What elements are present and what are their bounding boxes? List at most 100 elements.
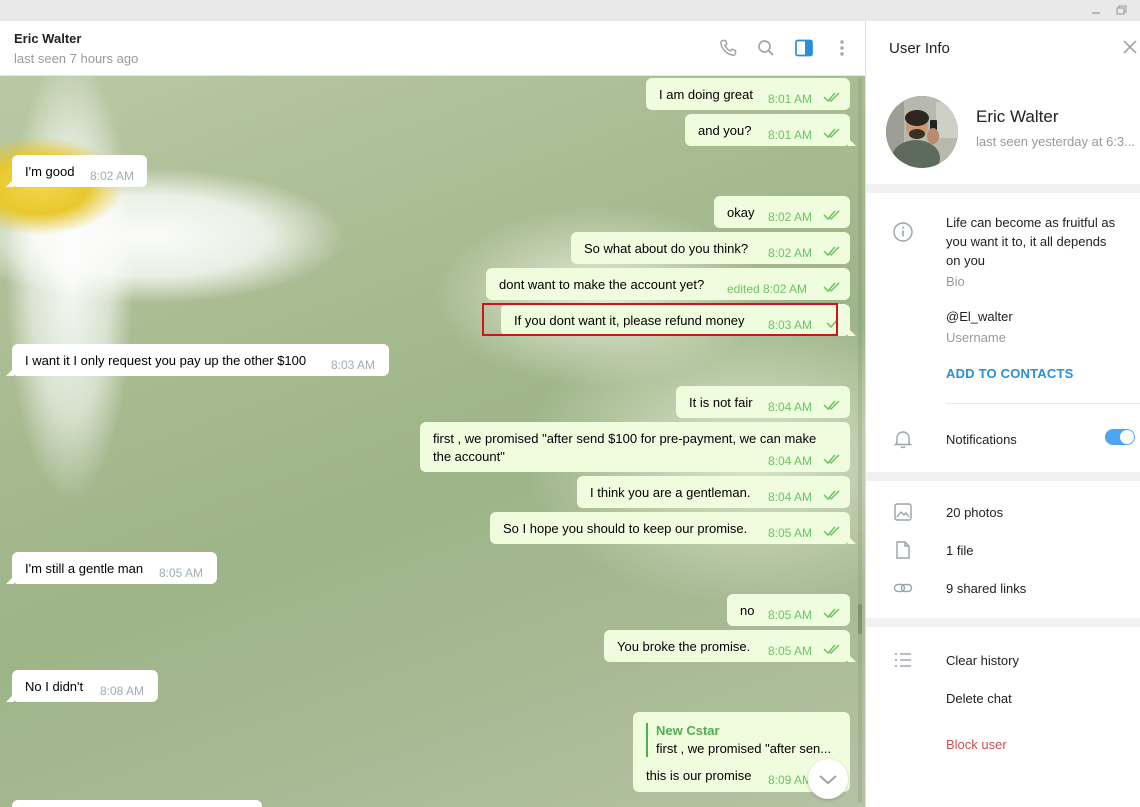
more-vertical-icon[interactable] xyxy=(832,38,852,58)
message-time: 8:05 AM xyxy=(768,644,813,658)
scroll-down-button[interactable] xyxy=(808,759,848,799)
message-time: 8:01 AM xyxy=(768,92,813,106)
message-time: 8:02 AM xyxy=(768,210,813,224)
scrollbar-thumb[interactable] xyxy=(858,604,862,634)
photos-link[interactable]: 20 photos xyxy=(946,505,1003,520)
message-outgoing[interactable]: So what about do you think? 8:02 AM xyxy=(571,232,850,264)
message-time: 8:04 AM xyxy=(768,400,813,414)
message-time: 8:04 AM xyxy=(768,490,813,504)
read-receipt-icon xyxy=(823,246,840,257)
message-text: You broke the promise. xyxy=(617,639,751,654)
user-name: Eric Walter xyxy=(976,107,1059,126)
message-outgoing[interactable]: I am doing great 8:01 AM xyxy=(646,78,850,110)
message-incoming[interactable]: I'm good 8:02 AM xyxy=(6,155,147,187)
bio-text-line-2: you want it to, it all depends xyxy=(946,234,1107,249)
clear-history-button[interactable]: Clear history xyxy=(946,653,1019,668)
chat-title[interactable]: Eric Walter xyxy=(14,31,81,46)
message-text: It is not fair xyxy=(689,395,753,410)
bio-text-line-3: on you xyxy=(946,253,986,268)
read-receipt-icon xyxy=(823,608,840,619)
sidebar-toggle-icon[interactable] xyxy=(794,38,814,58)
message-text: no xyxy=(740,603,755,618)
chat-status: last seen 7 hours ago xyxy=(14,51,139,66)
message-time: 8:03 AM xyxy=(331,358,376,372)
toggle-knob xyxy=(1120,430,1134,444)
search-icon[interactable] xyxy=(756,38,776,58)
file-icon xyxy=(892,539,914,561)
message-outgoing[interactable]: no 8:05 AM xyxy=(727,594,850,626)
message-outgoing[interactable]: and you? 8:01 AM xyxy=(685,114,856,146)
read-receipt-icon xyxy=(823,400,840,411)
close-icon[interactable] xyxy=(1122,39,1138,55)
bio-label: Bio xyxy=(946,274,965,289)
photo-icon xyxy=(892,501,914,523)
message-text: So what about do you think? xyxy=(584,241,749,256)
message-incoming[interactable]: No I didn't 8:08 AM xyxy=(6,670,158,702)
read-receipt-icon xyxy=(823,526,840,537)
message-outgoing[interactable]: first , we promised "after send $100 for… xyxy=(420,422,850,472)
message-text-line-1: first , we promised "after send $100 for… xyxy=(433,431,817,446)
message-text: okay xyxy=(727,205,755,220)
scrollbar[interactable] xyxy=(858,78,862,803)
message-time: 8:02 AM xyxy=(768,246,813,260)
read-receipt-icon xyxy=(823,644,840,655)
message-outgoing[interactable]: I think you are a gentleman. 8:04 AM xyxy=(577,476,850,508)
message-text-line-2: the account" xyxy=(433,449,505,464)
message-incoming[interactable]: I'm still a gentle man 8:05 AM xyxy=(6,552,217,584)
read-receipt-icon xyxy=(823,282,840,293)
bio-text-line-1: Life can become as fruitful as xyxy=(946,215,1116,230)
username-value[interactable]: @El_walter xyxy=(946,309,1013,324)
read-receipt-icon xyxy=(823,454,840,465)
annotation-highlight-box xyxy=(482,303,838,336)
window-titlebar xyxy=(0,0,1140,21)
chat-messages-area[interactable]: I am doing great 8:01 AM and you? 8:01 A… xyxy=(0,76,865,807)
notifications-label: Notifications xyxy=(946,432,1017,447)
bell-icon xyxy=(892,428,914,450)
add-to-contacts-button[interactable]: ADD TO CONTACTS xyxy=(946,366,1073,381)
reply-quote-bar xyxy=(646,723,648,757)
reply-author[interactable]: New Cstar xyxy=(656,723,720,738)
message-outgoing[interactable]: You broke the promise. 8:05 AM xyxy=(604,630,856,662)
chat-header: Eric Walter last seen 7 hours ago xyxy=(0,21,865,76)
message-text: I'm good xyxy=(25,164,75,179)
phone-icon[interactable] xyxy=(718,38,738,58)
notifications-toggle[interactable] xyxy=(1105,429,1135,445)
message-text: and you? xyxy=(698,123,752,138)
message-outgoing[interactable]: dont want to make the account yet? edite… xyxy=(486,268,850,300)
message-outgoing[interactable]: So I hope you should to keep our promise… xyxy=(490,512,856,544)
username-label: Username xyxy=(946,330,1006,345)
message-incoming[interactable]: I want it I only request you pay up the … xyxy=(6,344,389,376)
message-time: edited 8:02 AM xyxy=(727,282,808,296)
restore-icon[interactable] xyxy=(1114,3,1128,17)
delete-chat-button[interactable]: Delete chat xyxy=(946,691,1012,706)
message-text: I am doing great xyxy=(659,87,753,102)
message-text: No I didn't xyxy=(25,679,84,694)
message-time: 8:04 AM xyxy=(768,454,813,468)
minimize-icon[interactable] xyxy=(1089,3,1103,17)
message-text: I think you are a gentleman. xyxy=(590,485,751,500)
avatar[interactable] xyxy=(886,96,958,168)
reply-quote-text[interactable]: first , we promised "after sen... xyxy=(656,741,831,756)
read-receipt-icon xyxy=(823,128,840,139)
message-text: this is our promise xyxy=(646,768,752,783)
files-link[interactable]: 1 file xyxy=(946,543,973,558)
message-text: So I hope you should to keep our promise… xyxy=(503,521,748,536)
message-outgoing[interactable]: It is not fair 8:04 AM xyxy=(676,386,850,418)
message-outgoing[interactable]: okay 8:02 AM xyxy=(714,196,850,228)
user-info-panel: User Info Eric Walter last seen yesterda… xyxy=(865,21,1140,807)
message-time: 8:05 AM xyxy=(768,526,813,540)
read-receipt-icon xyxy=(823,92,840,103)
chevron-down-icon xyxy=(819,775,837,785)
message-text: I want it I only request you pay up the … xyxy=(25,353,307,368)
message-time: 8:09 AM xyxy=(768,773,813,787)
read-receipt-icon xyxy=(823,210,840,221)
link-icon xyxy=(892,577,914,599)
block-user-button[interactable]: Block user xyxy=(946,737,1007,752)
list-icon xyxy=(892,649,914,671)
info-icon xyxy=(892,221,914,243)
message-time: 8:05 AM xyxy=(768,608,813,622)
message-incoming[interactable] xyxy=(12,800,262,807)
shared-links-link[interactable]: 9 shared links xyxy=(946,581,1026,596)
panel-title: User Info xyxy=(889,40,950,57)
divider xyxy=(946,403,1140,404)
